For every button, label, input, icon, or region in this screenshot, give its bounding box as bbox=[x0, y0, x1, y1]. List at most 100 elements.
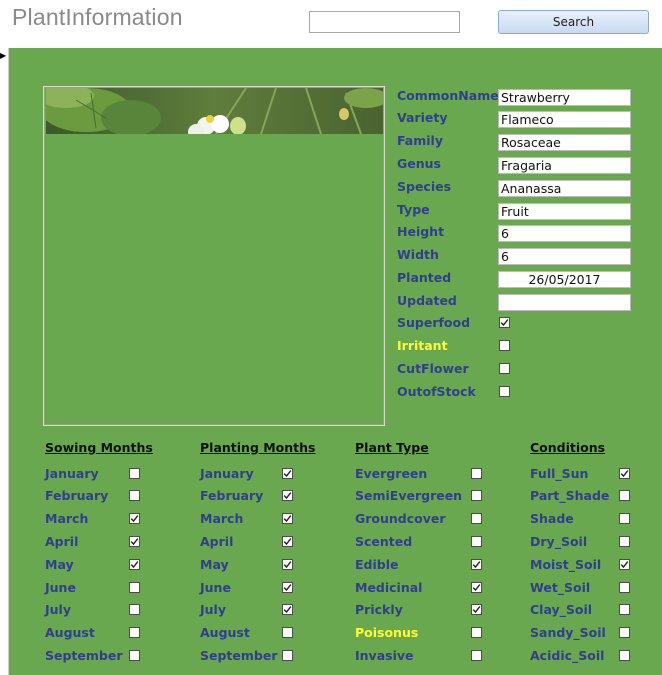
width-field[interactable]: 6 bbox=[498, 248, 631, 265]
group-item-label: Full_Sun bbox=[530, 466, 589, 481]
group-header: Planting Months bbox=[200, 440, 316, 455]
group-item-checkbox[interactable] bbox=[282, 490, 293, 501]
flag-checkbox-outofstock[interactable] bbox=[499, 386, 510, 397]
group-item-label: Poisonus bbox=[355, 625, 419, 640]
family-field[interactable]: Rosaceae bbox=[498, 134, 631, 151]
group-item-label: Invasive bbox=[355, 648, 414, 663]
group-item-checkbox[interactable] bbox=[619, 468, 630, 479]
height-field[interactable]: 6 bbox=[498, 225, 631, 242]
group-item-checkbox[interactable] bbox=[471, 468, 482, 479]
group-item-label: March bbox=[200, 511, 244, 526]
group-item-checkbox[interactable] bbox=[471, 536, 482, 547]
group-item-label: September bbox=[200, 648, 278, 663]
group-item-checkbox[interactable] bbox=[129, 559, 140, 570]
flag-label: Irritant bbox=[397, 338, 448, 353]
plant-photo bbox=[46, 88, 383, 134]
group-item-label: Prickly bbox=[355, 602, 403, 617]
group-item-checkbox[interactable] bbox=[129, 468, 140, 479]
flag-checkbox-irritant[interactable] bbox=[499, 340, 510, 351]
group-item-label: August bbox=[200, 625, 250, 640]
group-item-label: Acidic_Soil bbox=[530, 648, 605, 663]
group-item-label: Medicinal bbox=[355, 580, 423, 595]
group-header: Sowing Months bbox=[45, 440, 153, 455]
group-item-label: Part_Shade bbox=[530, 488, 610, 503]
group-item-checkbox[interactable] bbox=[619, 604, 630, 615]
group-header: Conditions bbox=[530, 440, 606, 455]
group-item-checkbox[interactable] bbox=[282, 650, 293, 661]
group-item-checkbox[interactable] bbox=[282, 604, 293, 615]
plant-form: CommonName Strawberry Variety Flameco Family… bbox=[9, 48, 662, 675]
group-item-label: June bbox=[200, 580, 231, 595]
search-button[interactable]: Search bbox=[498, 10, 649, 34]
group-item-label: Dry_Soil bbox=[530, 534, 588, 549]
flag-label: CutFlower bbox=[397, 361, 469, 376]
updated-label: Updated bbox=[397, 293, 457, 308]
group-item-checkbox[interactable] bbox=[282, 582, 293, 593]
group-item-checkbox[interactable] bbox=[129, 582, 140, 593]
group-item-checkbox[interactable] bbox=[129, 490, 140, 501]
species-field[interactable]: Ananassa bbox=[498, 180, 631, 197]
group-item-label: January bbox=[200, 466, 254, 481]
group-item-label: September bbox=[45, 648, 123, 663]
group-item-label: January bbox=[45, 466, 99, 481]
group-item-checkbox[interactable] bbox=[471, 582, 482, 593]
group-item-checkbox[interactable] bbox=[471, 604, 482, 615]
common-name-label: CommonName bbox=[397, 88, 499, 103]
group-item-checkbox[interactable] bbox=[619, 582, 630, 593]
group-item-checkbox[interactable] bbox=[129, 513, 140, 524]
group-item-checkbox[interactable] bbox=[282, 513, 293, 524]
height-label: Height bbox=[397, 224, 445, 239]
plant-photo-frame bbox=[43, 86, 385, 426]
triangle-right-icon: ▶ bbox=[0, 51, 7, 60]
group-item-checkbox[interactable] bbox=[619, 490, 630, 501]
variety-label: Variety bbox=[397, 110, 448, 125]
group-item-label: July bbox=[45, 602, 71, 617]
group-item-label: March bbox=[45, 511, 89, 526]
title-bar: PlantInformation Search bbox=[0, 0, 662, 48]
flag-checkbox-superfood[interactable] bbox=[499, 317, 510, 328]
group-item-label: May bbox=[200, 557, 229, 572]
group-item-checkbox[interactable] bbox=[619, 536, 630, 547]
group-item-checkbox[interactable] bbox=[282, 627, 293, 638]
group-item-label: August bbox=[45, 625, 95, 640]
group-item-label: Moist_Soil bbox=[530, 557, 602, 572]
group-item-checkbox[interactable] bbox=[471, 513, 482, 524]
group-item-checkbox[interactable] bbox=[471, 627, 482, 638]
group-item-label: Evergreen bbox=[355, 466, 428, 481]
common-name-field[interactable]: Strawberry bbox=[498, 89, 631, 106]
group-item-checkbox[interactable] bbox=[619, 650, 630, 661]
group-item-checkbox[interactable] bbox=[129, 536, 140, 547]
group-item-checkbox[interactable] bbox=[619, 513, 630, 524]
genus-field[interactable]: Fragaria bbox=[498, 157, 631, 174]
group-item-checkbox[interactable] bbox=[471, 559, 482, 570]
updated-field[interactable] bbox=[498, 294, 631, 311]
group-item-checkbox[interactable] bbox=[129, 627, 140, 638]
search-input[interactable] bbox=[309, 11, 460, 33]
genus-label: Genus bbox=[397, 156, 441, 171]
record-selector-strip[interactable] bbox=[0, 48, 9, 675]
group-item-label: July bbox=[200, 602, 226, 617]
flag-label: Superfood bbox=[397, 315, 471, 330]
group-item-checkbox[interactable] bbox=[282, 536, 293, 547]
app-title: PlantInformation bbox=[12, 4, 183, 30]
group-item-checkbox[interactable] bbox=[619, 559, 630, 570]
type-field[interactable]: Fruit bbox=[498, 203, 631, 220]
group-item-label: SemiEvergreen bbox=[355, 488, 463, 503]
group-item-checkbox[interactable] bbox=[129, 604, 140, 615]
group-item-label: Wet_Soil bbox=[530, 580, 591, 595]
group-item-checkbox[interactable] bbox=[282, 559, 293, 570]
flag-label: OutofStock bbox=[397, 384, 476, 399]
group-item-checkbox[interactable] bbox=[282, 468, 293, 479]
group-item-checkbox[interactable] bbox=[129, 650, 140, 661]
group-item-label: April bbox=[200, 534, 234, 549]
group-item-label: Sandy_Soil bbox=[530, 625, 606, 640]
group-item-checkbox[interactable] bbox=[619, 627, 630, 638]
variety-field[interactable]: Flameco bbox=[498, 111, 631, 128]
planted-field[interactable]: 26/05/2017 bbox=[498, 271, 631, 288]
group-item-checkbox[interactable] bbox=[471, 650, 482, 661]
type-label: Type bbox=[397, 202, 430, 217]
group-item-label: Shade bbox=[530, 511, 574, 526]
group-item-label: June bbox=[45, 580, 76, 595]
group-item-checkbox[interactable] bbox=[471, 490, 482, 501]
flag-checkbox-cutflower[interactable] bbox=[499, 363, 510, 374]
